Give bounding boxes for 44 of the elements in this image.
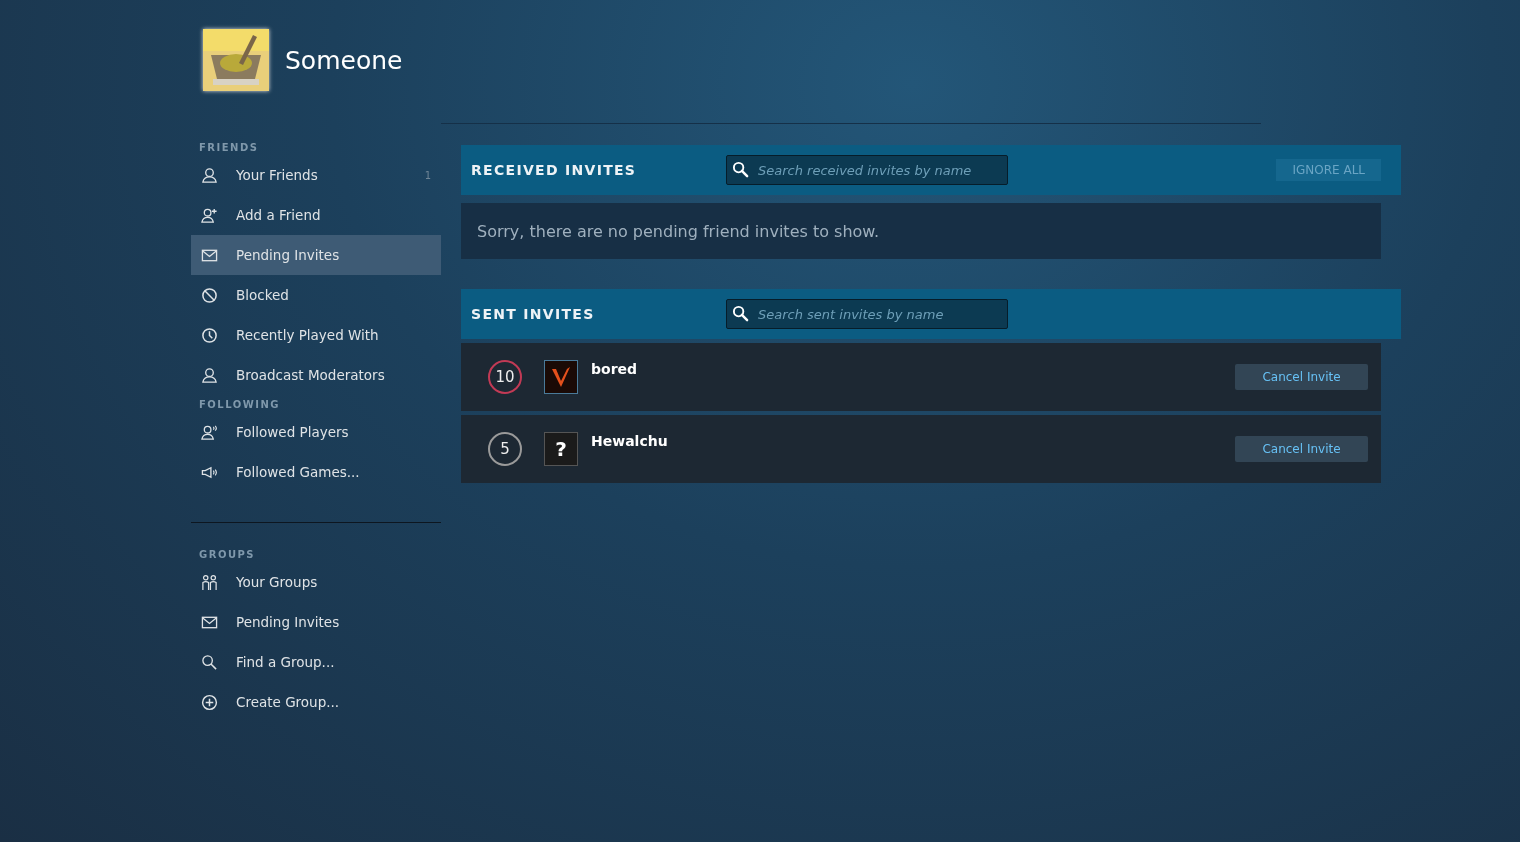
friend-count: 1 — [424, 169, 431, 181]
user-name[interactable]: bored — [591, 361, 638, 377]
person-sound-icon — [201, 423, 218, 441]
sidebar-item[interactable]: Recently Played With — [191, 315, 441, 355]
sidebar-item[interactable]: Pending Invites — [191, 602, 441, 642]
user-name[interactable]: Hewalchu — [591, 433, 668, 449]
add-person-icon — [201, 206, 218, 224]
section-heading: FOLLOWING — [198, 398, 282, 412]
plus-circle-icon — [201, 693, 218, 711]
section-heading: GROUPS — [198, 548, 257, 562]
cancel-invite-button[interactable]: Cancel Invite — [1235, 436, 1368, 462]
person-icon — [201, 166, 218, 184]
sidebar-item[interactable]: Your Friends 1 — [191, 155, 441, 195]
mortar-pestle-drawing — [203, 29, 269, 91]
sidebar-item[interactable]: Broadcast Moderators — [191, 355, 441, 395]
empty-message: Sorry, there are no pending friend invites to show. — [477, 221, 879, 241]
letter-v-drawing — [545, 361, 577, 393]
sidebar-item[interactable]: Create Group... — [191, 682, 441, 722]
sidebar-item[interactable]: Add a Friend — [191, 195, 441, 235]
profile-avatar[interactable] — [203, 29, 269, 91]
level-badge: 10 — [488, 360, 522, 394]
level-badge: 5 — [488, 432, 522, 466]
cancel-invite-button[interactable]: Cancel Invite — [1235, 364, 1368, 390]
sidebar-item[interactable]: Pending Invites — [191, 235, 441, 275]
user-avatar[interactable]: ? — [544, 432, 578, 466]
section-title: SENT INVITES — [471, 306, 596, 322]
user-avatar[interactable] — [544, 360, 578, 394]
search-field[interactable]: Search received invites by name — [726, 155, 1008, 185]
search-icon — [201, 653, 218, 671]
section-title: RECEIVED INVITES — [471, 162, 638, 178]
sidebar-item[interactable]: Find a Group... — [191, 642, 441, 682]
blocked-icon — [201, 286, 218, 304]
sidebar-item[interactable]: Followed Games... — [191, 452, 441, 492]
sidebar-item[interactable]: Blocked — [191, 275, 441, 315]
sidebar-item[interactable]: Followed Players — [191, 412, 441, 452]
search-icon — [732, 161, 749, 178]
clock-icon — [201, 326, 218, 344]
profile-name: Someone — [285, 45, 403, 75]
group-icon — [201, 573, 218, 591]
section-heading: FRIENDS — [198, 141, 260, 155]
search-icon — [732, 305, 749, 322]
person-icon — [201, 366, 218, 384]
sidebar-item[interactable]: Your Groups — [191, 562, 441, 602]
search-field[interactable]: Search sent invites by name — [726, 299, 1008, 329]
